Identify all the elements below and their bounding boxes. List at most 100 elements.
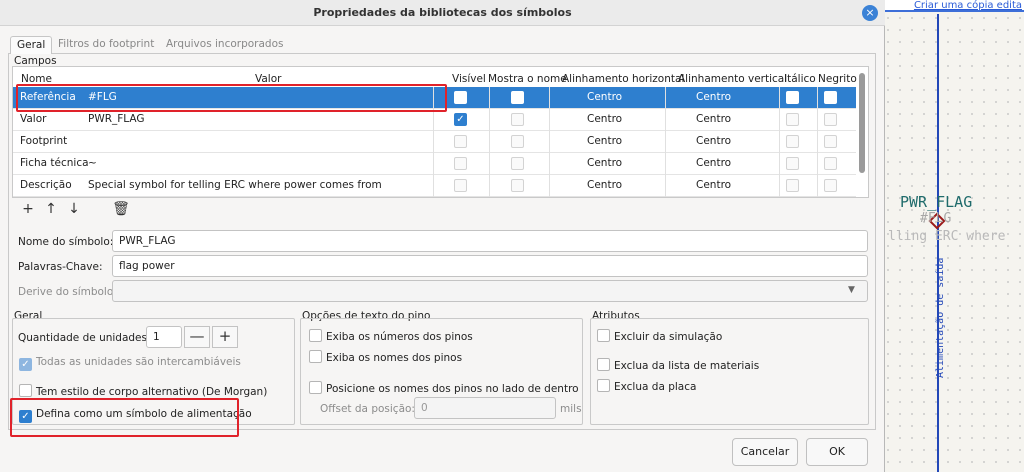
col-header-h-align[interactable]: Alinhamento horizontal — [562, 73, 684, 85]
exclude-bom-row[interactable]: Exclua da lista de materiais — [597, 356, 759, 372]
column-divider — [779, 131, 780, 153]
table-row[interactable]: Valor PWR_FLAG ✓ Centro Centro — [13, 109, 856, 131]
col-header-name[interactable]: Nome — [21, 73, 52, 85]
field-value-cell[interactable]: #FLG — [88, 91, 117, 103]
column-divider — [489, 131, 490, 153]
field-value-cell[interactable]: ~ — [88, 157, 97, 169]
column-divider — [665, 175, 666, 197]
col-header-show-name[interactable]: Mostra o nome — [488, 73, 567, 85]
field-bold-checkbox[interactable] — [824, 157, 837, 170]
field-name-cell[interactable]: Descrição — [20, 179, 72, 191]
field-bold-checkbox[interactable] — [824, 179, 837, 192]
cancel-button[interactable]: Cancelar — [732, 438, 798, 466]
units-input[interactable]: 1 — [146, 326, 182, 348]
chevron-down-icon[interactable]: ▼ — [848, 285, 855, 295]
exclude-board-row[interactable]: Exclua da placa — [597, 377, 696, 393]
field-bold-checkbox[interactable] — [824, 91, 837, 104]
derive-select[interactable] — [112, 280, 868, 302]
units-plus-button[interactable]: + — [212, 326, 238, 348]
keywords-input[interactable]: flag power — [112, 255, 868, 277]
field-value-cell[interactable]: PWR_FLAG — [88, 113, 145, 125]
delete-field-icon[interactable]: 🗑 — [111, 200, 131, 218]
scrollbar-thumb[interactable] — [859, 73, 865, 173]
table-row[interactable]: Descrição Special symbol for telling ERC … — [13, 175, 856, 197]
move-down-button[interactable]: ↓ — [64, 200, 84, 218]
field-italic-checkbox[interactable] — [786, 179, 799, 192]
offset-input[interactable]: 0 — [414, 397, 556, 419]
table-row[interactable]: Footprint Centro Centro — [13, 131, 856, 153]
column-divider — [549, 87, 550, 109]
interchangeable-checkbox-row[interactable]: ✓ Todas as unidades são intercambiáveis — [19, 356, 241, 371]
field-h-align-cell[interactable]: Centro — [587, 113, 622, 125]
column-divider — [779, 87, 780, 109]
field-visible-checkbox[interactable] — [454, 135, 467, 148]
exclude-board-checkbox[interactable] — [597, 379, 610, 392]
power-symbol-checkbox-row[interactable]: ✓ Defina como um símbolo de alimentação — [19, 408, 252, 423]
field-show-name-checkbox[interactable] — [511, 179, 524, 192]
show-pin-names-row[interactable]: Exiba os nomes dos pinos — [309, 348, 462, 364]
col-header-value[interactable]: Valor — [255, 73, 281, 85]
field-visible-checkbox[interactable] — [454, 157, 467, 170]
demorgan-checkbox-row[interactable]: Tem estilo de corpo alternativo (De Morg… — [19, 382, 267, 398]
field-italic-checkbox[interactable] — [786, 91, 799, 104]
field-show-name-checkbox[interactable] — [511, 91, 524, 104]
units-minus-button[interactable]: — — [184, 326, 210, 348]
field-bold-checkbox[interactable] — [824, 135, 837, 148]
field-visible-checkbox[interactable] — [454, 179, 467, 192]
field-v-align-cell[interactable]: Centro — [696, 179, 731, 191]
col-header-v-align[interactable]: Alinhamento vertical — [678, 73, 787, 85]
col-header-bold[interactable]: Negrito — [818, 73, 857, 85]
field-name-cell[interactable]: Ficha técnica — [20, 157, 89, 169]
field-value-cell[interactable]: Special symbol for telling ERC where pow… — [88, 179, 382, 191]
move-up-button[interactable]: ↑ — [41, 200, 61, 218]
field-h-align-cell[interactable]: Centro — [587, 157, 622, 169]
field-italic-checkbox[interactable] — [786, 135, 799, 148]
field-h-align-cell[interactable]: Centro — [587, 179, 622, 191]
field-italic-checkbox[interactable] — [786, 157, 799, 170]
field-show-name-checkbox[interactable] — [511, 157, 524, 170]
show-pin-numbers-checkbox[interactable] — [309, 329, 322, 342]
pin-names-inside-row[interactable]: Posicione os nomes dos pinos no lado de … — [309, 379, 579, 395]
col-header-italic[interactable]: Itálico — [784, 73, 816, 85]
tab-footprint-filters[interactable]: Filtros do footprint — [52, 36, 160, 54]
field-v-align-cell[interactable]: Centro — [696, 157, 731, 169]
field-v-align-cell[interactable]: Centro — [696, 91, 731, 103]
power-symbol-checkbox[interactable]: ✓ — [19, 410, 32, 423]
demorgan-checkbox[interactable] — [19, 384, 32, 397]
field-name-cell[interactable]: Referência — [20, 91, 76, 103]
create-editable-copy-link[interactable]: Criar uma cópia edita — [914, 0, 1022, 11]
interchangeable-checkbox[interactable]: ✓ — [19, 358, 32, 371]
table-row[interactable]: Referência #FLG Centro Centro — [13, 87, 856, 109]
tab-general[interactable]: Geral — [10, 36, 53, 54]
field-h-align-cell[interactable]: Centro — [587, 91, 622, 103]
exclude-simulation-checkbox[interactable] — [597, 329, 610, 342]
symbol-name-input[interactable]: PWR_FLAG — [112, 230, 868, 252]
field-bold-checkbox[interactable] — [824, 113, 837, 126]
exclude-simulation-row[interactable]: Excluir da simulação — [597, 327, 722, 343]
field-visible-checkbox[interactable]: ✓ — [454, 113, 467, 126]
add-field-button[interactable]: + — [18, 200, 38, 218]
field-visible-checkbox[interactable] — [454, 91, 467, 104]
col-header-visible[interactable]: Visível — [452, 73, 486, 85]
field-name-cell[interactable]: Valor — [20, 113, 46, 125]
dialog-titlebar[interactable]: Propriedades da bibliotecas dos símbolos… — [0, 0, 885, 26]
field-italic-checkbox[interactable] — [786, 113, 799, 126]
field-v-align-cell[interactable]: Centro — [696, 113, 731, 125]
close-icon[interactable]: × — [862, 5, 878, 21]
derive-label: Derive do símbolo: — [18, 286, 117, 298]
ok-button[interactable]: OK — [806, 438, 868, 466]
show-pin-names-checkbox[interactable] — [309, 350, 322, 363]
exclude-bom-checkbox[interactable] — [597, 358, 610, 371]
field-h-align-cell[interactable]: Centro — [587, 135, 622, 147]
field-show-name-checkbox[interactable] — [511, 113, 524, 126]
field-v-align-cell[interactable]: Centro — [696, 135, 731, 147]
show-pin-numbers-row[interactable]: Exiba os números dos pinos — [309, 327, 473, 343]
table-row[interactable]: Ficha técnica ~ Centro Centro — [13, 153, 856, 175]
pin-names-inside-checkbox[interactable] — [309, 381, 322, 394]
schematic-canvas[interactable]: Criar uma cópia edita Alimentação de saí… — [882, 0, 1024, 472]
fields-scrollbar[interactable] — [858, 71, 866, 179]
field-show-name-checkbox[interactable] — [511, 135, 524, 148]
column-divider — [665, 153, 666, 175]
field-name-cell[interactable]: Footprint — [20, 135, 67, 147]
tab-embedded-files[interactable]: Arquivos incorporados — [160, 36, 289, 54]
